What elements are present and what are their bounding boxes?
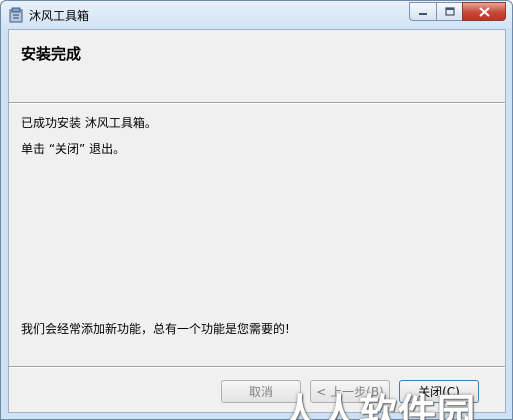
title-bar[interactable]: 沐风工具箱 <box>1 1 512 28</box>
installer-window: 沐风工具箱 安装完成 已成功安装 沐风工具箱。 单击 “关闭” 退出。 我们会经… <box>0 0 513 420</box>
footer-divider-highlight <box>9 367 505 368</box>
site-watermark: 人人软件园 <box>281 391 477 420</box>
success-message: 已成功安装 沐风工具箱。 <box>21 116 157 130</box>
minimize-icon <box>419 12 427 15</box>
maximize-button[interactable] <box>436 2 462 21</box>
header-divider-highlight <box>9 103 505 104</box>
page-title: 安装完成 <box>21 45 82 63</box>
minimize-button[interactable] <box>409 2 436 21</box>
window-title: 沐风工具箱 <box>29 9 90 23</box>
caption-buttons <box>409 2 506 21</box>
installer-box-icon <box>9 7 23 23</box>
close-window-button[interactable] <box>462 2 506 21</box>
promo-message: 我们会经常添加新功能，总有一个功能是您需要的! <box>21 322 290 336</box>
maximize-icon <box>444 7 455 16</box>
wizard-panel: 安装完成 已成功安装 沐风工具箱。 单击 “关闭” 退出。 我们会经常添加新功能… <box>8 29 506 420</box>
wizard-header: 安装完成 <box>9 30 505 102</box>
close-instruction: 单击 “关闭” 退出。 <box>21 142 126 156</box>
close-icon <box>478 6 490 17</box>
